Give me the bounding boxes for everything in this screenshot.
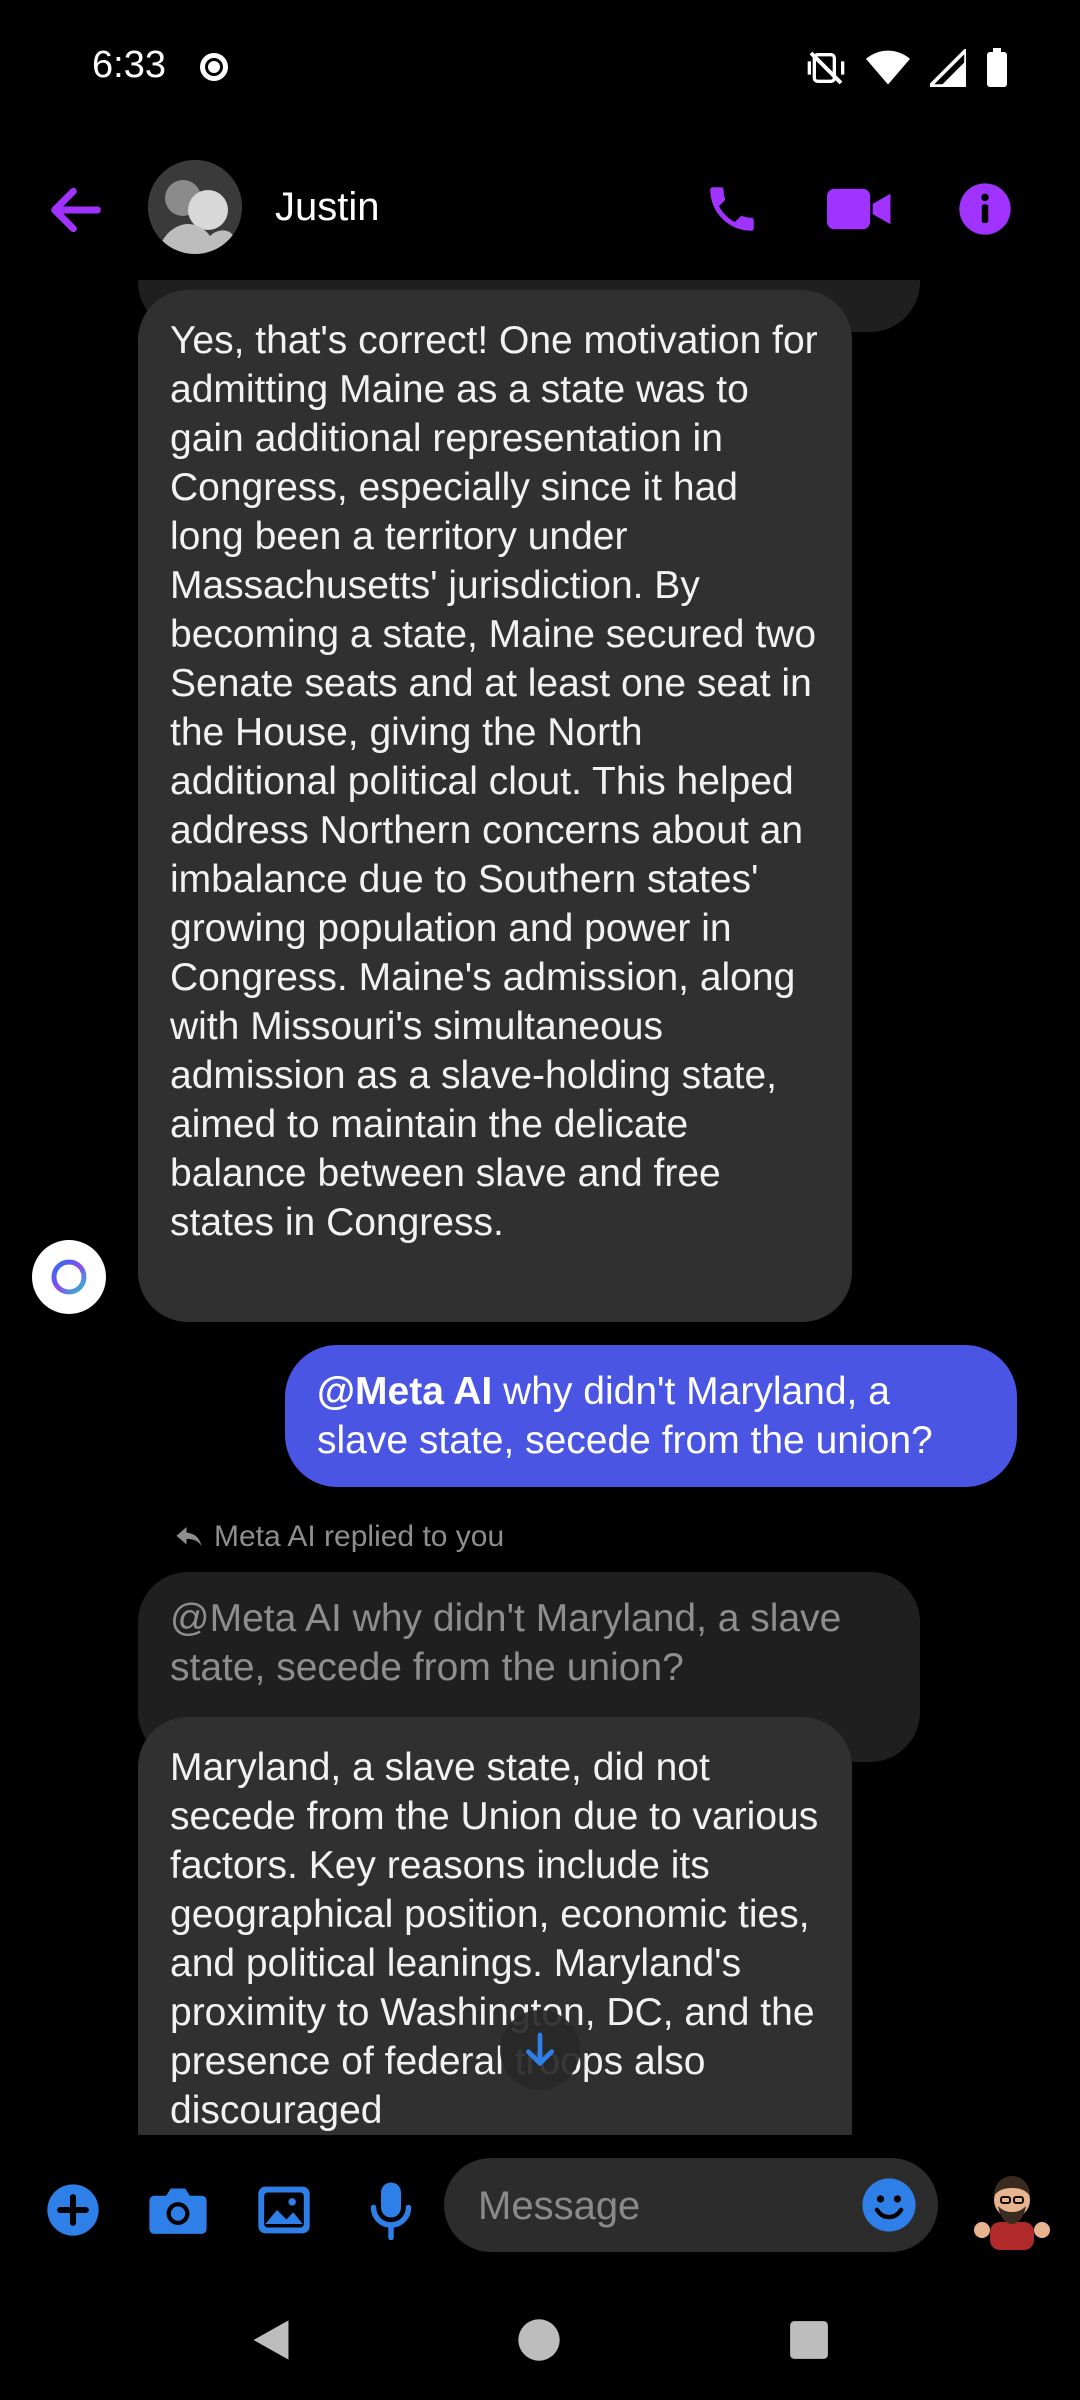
camera-button[interactable]: [143, 2175, 213, 2245]
contact-name[interactable]: Justin: [275, 185, 380, 230]
camera-icon: [149, 2188, 207, 2234]
conversation-info-button[interactable]: [949, 173, 1021, 245]
info-icon: [959, 183, 1011, 235]
gallery-button[interactable]: [249, 2175, 319, 2245]
message-list[interactable]: Yes, that's correct! One motivation for …: [0, 280, 1080, 2135]
status-time: 6:33: [92, 44, 166, 86]
ai-message-text-2: Maryland, a slave state, did not secede …: [170, 1746, 819, 2132]
vibrate-off-icon: [807, 51, 845, 85]
avatar-photo: [148, 160, 242, 254]
video-call-button[interactable]: [824, 173, 896, 245]
signal-icon: [930, 49, 966, 87]
mic-icon: [370, 2182, 412, 2240]
replied-indicator: Meta AI replied to you: [174, 1520, 504, 1554]
audio-call-button[interactable]: [696, 173, 768, 245]
voice-message-button[interactable]: [356, 2175, 426, 2245]
ai-message-bubble-2[interactable]: Maryland, a slave state, did not secede …: [138, 1717, 852, 2135]
thumbs-up-avatar-icon: [974, 2176, 1050, 2250]
video-icon: [827, 188, 891, 230]
status-bar: 6:33: [0, 0, 1080, 135]
wifi-icon: [866, 50, 910, 85]
triangle-back-icon: [253, 2320, 289, 2360]
nav-back-button[interactable]: [236, 2305, 306, 2375]
scroll-down-icon: [526, 2032, 554, 2066]
user-message-bubble[interactable]: @Meta AI why didn't Maryland, a slave st…: [285, 1345, 1017, 1487]
notification-dot-icon: [200, 53, 228, 81]
back-arrow-icon: [51, 187, 101, 233]
meta-ai-ring-icon: [51, 1259, 87, 1295]
phone-icon: [710, 187, 754, 231]
system-navigation-bar: [0, 2285, 1080, 2400]
gallery-icon: [258, 2186, 310, 2234]
more-actions-button[interactable]: [38, 2175, 108, 2245]
battery-icon: [987, 48, 1007, 87]
message-input[interactable]: [476, 2158, 840, 2254]
ai-message-text: Yes, that's correct! One motivation for …: [170, 319, 818, 1244]
emoji-button[interactable]: [860, 2176, 918, 2234]
emoji-icon: [862, 2178, 916, 2232]
nav-home-button[interactable]: [504, 2305, 574, 2375]
replied-label: Meta AI replied to you: [214, 1520, 505, 1553]
back-button[interactable]: [44, 178, 108, 242]
contact-avatar[interactable]: [148, 160, 242, 254]
plus-icon: [47, 2184, 99, 2236]
scroll-to-bottom-button[interactable]: [500, 2010, 580, 2090]
nav-recents-button[interactable]: [774, 2305, 844, 2375]
status-icons: [806, 46, 1008, 90]
circle-home-icon: [518, 2319, 560, 2361]
message-composer: [0, 2135, 1080, 2285]
reply-arrow-icon: [176, 1527, 202, 1547]
square-recents-icon: [790, 2321, 828, 2359]
quick-reaction-avatar-sticker[interactable]: [972, 2170, 1052, 2250]
quoted-message-text: @Meta AI why didn't Maryland, a slave st…: [170, 1597, 842, 1689]
message-field[interactable]: [444, 2158, 938, 2254]
ai-message-bubble[interactable]: Yes, that's correct! One motivation for …: [138, 290, 852, 1322]
meta-ai-avatar[interactable]: [32, 1240, 106, 1314]
meta-ai-mention[interactable]: @Meta AI: [317, 1370, 492, 1413]
chat-header: Justin: [0, 135, 1080, 285]
